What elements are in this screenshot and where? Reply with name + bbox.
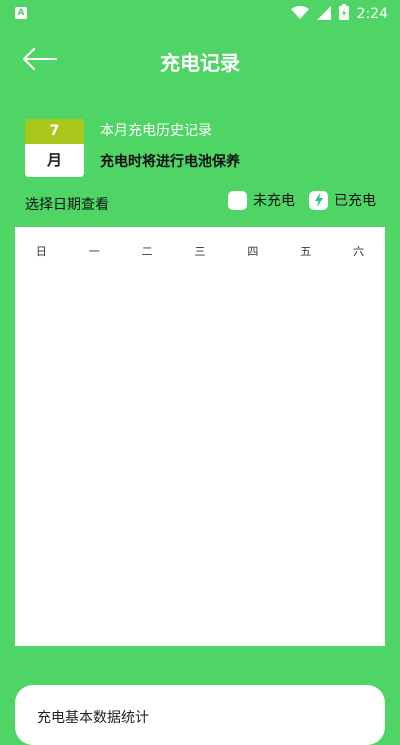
legend-charged: 已充电 xyxy=(309,190,376,210)
calendar-panel[interactable]: 日 一 二 三 四 五 六 xyxy=(15,227,385,646)
lightning-icon xyxy=(309,190,328,210)
wifi-icon xyxy=(290,5,309,24)
legend-not-charged: 未充电 xyxy=(228,190,295,210)
weekday-mon: 一 xyxy=(88,245,100,258)
weekday-header: 日 一 二 三 四 五 六 xyxy=(15,243,385,259)
weekday-sun: 日 xyxy=(35,245,47,258)
weekday-fri: 五 xyxy=(300,245,312,258)
month-number: 7 xyxy=(25,119,84,144)
weekday-thu: 四 xyxy=(247,245,259,258)
weekday-tue: 二 xyxy=(141,245,153,258)
legend-label: 已充电 xyxy=(334,193,376,209)
empty-box-icon xyxy=(228,190,247,210)
maintenance-note: 充电时将进行电池保养 xyxy=(100,154,240,170)
month-char: 月 xyxy=(46,151,62,169)
legend-label: 未充电 xyxy=(253,193,295,209)
select-date-label: 选择日期查看 xyxy=(25,197,109,213)
status-time: 2:24 xyxy=(356,6,388,22)
statistics-card-title: 充电基本数据统计 xyxy=(37,710,149,726)
weekday-sat: 六 xyxy=(353,245,365,258)
history-title: 本月充电历史记录 xyxy=(100,123,212,139)
page-title: 充电记录 xyxy=(160,51,240,75)
weekday-wed: 三 xyxy=(194,245,206,258)
battery-charging-icon xyxy=(338,4,349,24)
app-header: 充电记录 xyxy=(0,38,400,84)
charge-legend: 未充电 已充电 xyxy=(214,190,376,210)
statistics-card[interactable]: 充电基本数据统计 xyxy=(15,685,385,745)
signal-icon xyxy=(316,5,331,24)
month-badge: 7 月 xyxy=(25,119,84,177)
android-notification-icon: A xyxy=(15,7,27,19)
status-bar: A 2:24 xyxy=(0,0,400,28)
status-icons: 2:24 xyxy=(290,4,388,24)
